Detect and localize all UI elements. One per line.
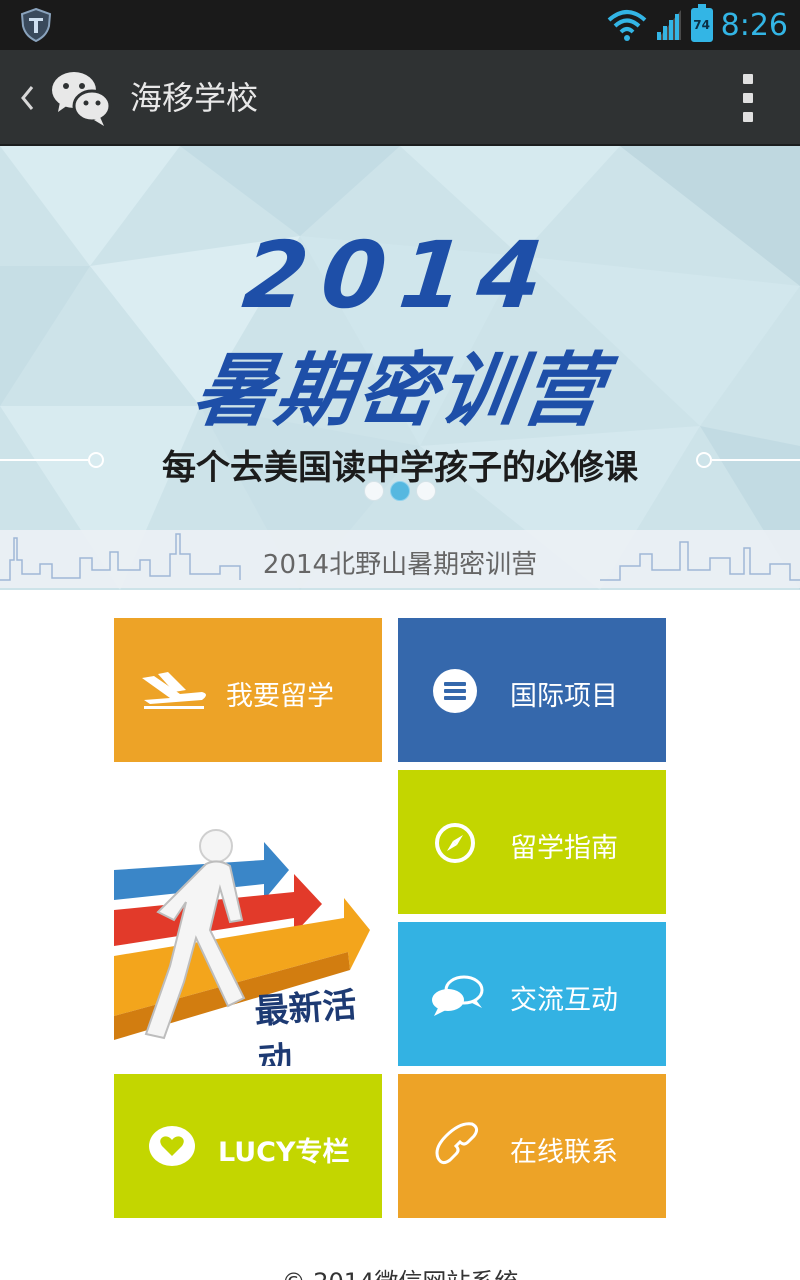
app-title: 海移学校 <box>130 79 259 117</box>
heart-icon <box>149 1126 195 1166</box>
banner-year: 2014 <box>238 222 562 329</box>
overflow-menu-icon <box>743 74 753 84</box>
airplane-icon <box>142 672 206 709</box>
clock: 8:26 <box>720 7 788 43</box>
wifi-icon <box>607 10 646 41</box>
tile-study-guide-label: 留学指南 <box>510 833 618 864</box>
tile-lucy-column-label: LUCY专栏 <box>218 1137 350 1168</box>
carousel-dot[interactable] <box>416 481 436 501</box>
banner-divider-right <box>712 459 800 461</box>
tile-lucy-column[interactable]: LUCY专栏 <box>114 1074 382 1218</box>
tile-online-contact[interactable]: 在线联系 <box>398 1074 666 1218</box>
signal-icon <box>656 10 681 40</box>
banner-carousel[interactable]: 2014 暑期密训营 每个去美国读中学孩子的必修课 2014北野山暑期密训营 <box>0 146 800 590</box>
tile-latest-activities[interactable]: 最新活动 <box>114 770 382 1066</box>
tile-online-contact-label: 在线联系 <box>510 1137 618 1168</box>
tile-study-abroad[interactable]: 我要留学 <box>114 618 382 762</box>
banner-content: 2014 暑期密训营 每个去美国读中学孩子的必修课 2014北野山暑期密训营 <box>0 146 800 590</box>
chat-bubbles-icon <box>432 975 484 1016</box>
tile-interaction[interactable]: 交流互动 <box>398 922 666 1066</box>
app-bar: 海移学校 <box>0 50 800 146</box>
tile-international-projects[interactable]: 国际项目 <box>398 618 666 762</box>
tile-study-abroad-label: 我要留学 <box>226 681 334 712</box>
wechat-logo-icon <box>52 72 112 126</box>
tile-international-projects-label: 国际项目 <box>510 681 618 712</box>
footer-copyright: © 2014微信网站系统 <box>0 1262 800 1280</box>
back-chevron-icon <box>21 86 34 110</box>
overflow-menu-button[interactable] <box>736 74 760 122</box>
carousel-dot[interactable] <box>364 481 384 501</box>
carousel-indicator <box>364 481 436 501</box>
back-button[interactable] <box>10 70 44 126</box>
banner-heading: 暑期密训营 <box>187 344 611 437</box>
banner-caption: 2014北野山暑期密训营 <box>262 550 538 580</box>
tile-latest-activities-label: 最新活动 <box>253 985 358 1066</box>
compass-icon <box>435 823 475 863</box>
shield-icon <box>20 8 52 42</box>
carousel-dot-active[interactable] <box>390 481 410 501</box>
banner-ring-right <box>696 452 712 468</box>
phone-icon <box>435 1122 479 1165</box>
battery-level: 74 <box>693 18 710 32</box>
list-icon <box>433 669 477 713</box>
tile-study-guide[interactable]: 留学指南 <box>398 770 666 914</box>
status-bar: 74 8:26 <box>0 0 800 50</box>
tile-interaction-label: 交流互动 <box>510 985 618 1016</box>
battery-icon: 74 <box>690 4 713 42</box>
